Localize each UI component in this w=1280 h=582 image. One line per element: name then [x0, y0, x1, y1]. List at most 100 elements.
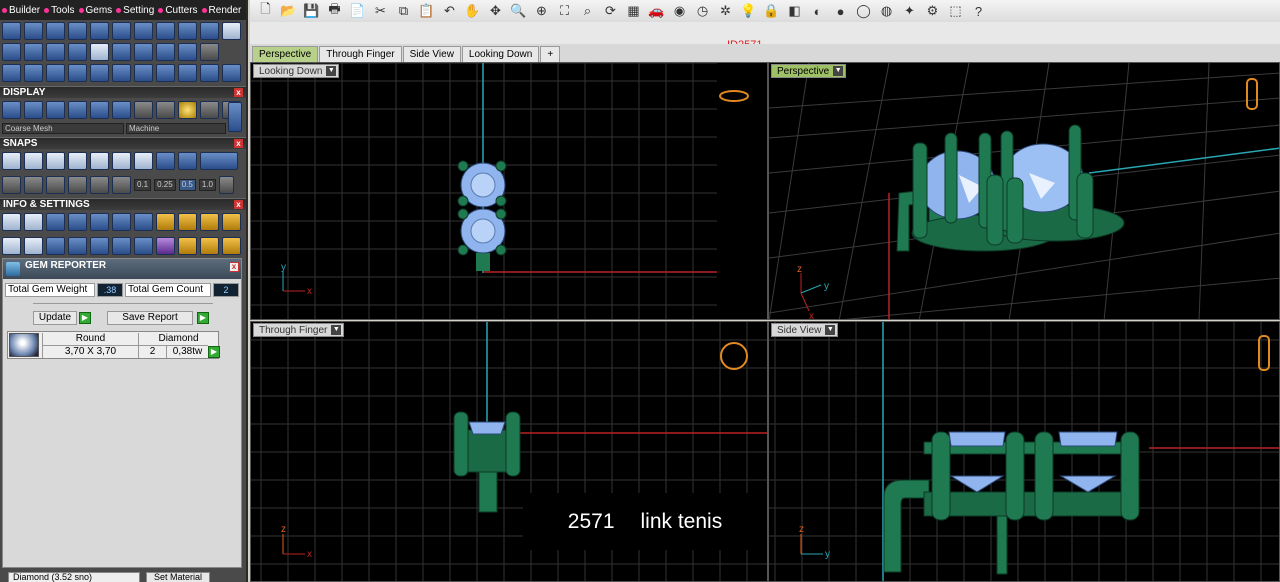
steel-sphere-icon[interactable]: [156, 101, 175, 119]
snap-mid-icon[interactable]: [90, 152, 109, 170]
panel-toggle-icon[interactable]: [222, 22, 241, 40]
snap-near-icon[interactable]: [24, 152, 43, 170]
settings-icon[interactable]: [2, 213, 21, 231]
flower-tool-icon[interactable]: [156, 43, 175, 61]
snap-toggle-icon[interactable]: [200, 152, 238, 170]
chrome-sphere-icon[interactable]: [200, 101, 219, 119]
array-tool-icon[interactable]: [68, 64, 87, 82]
open-icon[interactable]: 📂: [279, 3, 298, 20]
silver-sphere-icon[interactable]: [134, 101, 153, 119]
flag-tool-icon[interactable]: [134, 43, 153, 61]
search-icon[interactable]: [24, 213, 43, 231]
pave-tool-icon[interactable]: [112, 22, 131, 40]
rotate-view-icon[interactable]: ⟳: [601, 3, 620, 20]
snap-arrow-icon[interactable]: [112, 176, 131, 194]
snap-value-0[interactable]: 0.1: [134, 179, 152, 191]
sphere-icon[interactable]: ◯: [854, 3, 873, 20]
chain-tool-icon[interactable]: [2, 64, 21, 82]
tab-perspective[interactable]: Perspective: [252, 46, 319, 62]
plugin-icon[interactable]: [156, 237, 175, 255]
paste-icon[interactable]: 📋: [417, 3, 436, 20]
selection-icon[interactable]: ⬚: [946, 3, 965, 20]
ghosted-icon[interactable]: [90, 101, 109, 119]
shaded-icon[interactable]: [46, 101, 65, 119]
shade-icon[interactable]: ●: [831, 3, 850, 20]
pencil-icon[interactable]: [112, 213, 131, 231]
grid-tool-icon[interactable]: [178, 43, 197, 61]
arrow-tool-icon[interactable]: [112, 43, 131, 61]
material-combo[interactable]: Diamond (3.52 sno): [8, 572, 140, 582]
snap-icon[interactable]: ✲: [716, 3, 735, 20]
wand-icon[interactable]: ✦: [900, 3, 919, 20]
zoom-window-icon[interactable]: ⊕: [532, 3, 551, 20]
layers-icon[interactable]: ◧: [785, 3, 804, 20]
shank-tool-icon[interactable]: [2, 43, 21, 61]
gear-icon[interactable]: ⚙: [923, 3, 942, 20]
bail-tool-icon[interactable]: [178, 22, 197, 40]
sweep-tool-icon[interactable]: [90, 22, 109, 40]
bend-tool-icon[interactable]: [24, 64, 43, 82]
snap-point-icon[interactable]: [68, 152, 87, 170]
gold-sphere-icon[interactable]: [178, 101, 197, 119]
page-tool-icon[interactable]: [90, 43, 109, 61]
update-button[interactable]: Update: [33, 311, 77, 325]
viewport-label[interactable]: Looking Down ▼: [253, 64, 340, 78]
ring-tool-icon[interactable]: [222, 64, 241, 82]
database-icon[interactable]: [90, 213, 109, 231]
camera-settings-icon[interactable]: [222, 213, 241, 231]
set-material-button[interactable]: Set Material: [146, 572, 210, 582]
import-icon[interactable]: [200, 213, 219, 231]
monitor-icon[interactable]: [24, 237, 43, 255]
tab-through-finger[interactable]: Through Finger: [319, 46, 402, 62]
network-icon[interactable]: [112, 237, 131, 255]
plate-tool-icon[interactable]: [68, 43, 87, 61]
close-icon[interactable]: x: [234, 88, 243, 97]
snap-ortho-icon[interactable]: [156, 152, 175, 170]
chevron-down-icon[interactable]: ▼: [331, 325, 342, 335]
save-icon[interactable]: 💾: [302, 3, 321, 20]
cube-icon[interactable]: [68, 213, 87, 231]
snap-cross-icon[interactable]: [46, 152, 65, 170]
snap-grid-icon[interactable]: [2, 176, 21, 194]
update-arrow-icon[interactable]: ▶: [79, 312, 91, 324]
menu-tab-builder[interactable]: Builder: [2, 5, 40, 16]
save-arrow-icon[interactable]: ▶: [197, 312, 209, 324]
viewport-looking-down[interactable]: Looking Down ▼ y x: [250, 62, 768, 320]
snap-value-1[interactable]: 0.25: [154, 179, 176, 191]
copy-icon[interactable]: ⧉: [394, 3, 413, 20]
filter-icon[interactable]: [90, 237, 109, 255]
add-tab-button[interactable]: +: [540, 46, 561, 62]
snap-quad-icon[interactable]: [134, 152, 153, 170]
pan-icon[interactable]: ✋: [463, 3, 482, 20]
palette-icon[interactable]: [134, 213, 153, 231]
render-settings-icon[interactable]: [156, 213, 175, 231]
zoom-icon[interactable]: 🔍: [509, 3, 528, 20]
windows-icon[interactable]: [2, 237, 21, 255]
cog-tool-icon[interactable]: [200, 43, 219, 61]
stack-icon[interactable]: [68, 237, 87, 255]
snap-diamond-icon[interactable]: [90, 176, 109, 194]
grid-icon[interactable]: ▦: [624, 3, 643, 20]
zoom-extents-icon[interactable]: ⛶: [555, 3, 574, 20]
menu-tab-tools[interactable]: Tools: [44, 5, 75, 16]
menu-tab-setting[interactable]: Setting: [116, 5, 154, 16]
render-mode-combo[interactable]: Machine: [126, 123, 226, 134]
chevron-down-icon[interactable]: ▼: [326, 66, 337, 76]
move-tool-icon[interactable]: [90, 64, 109, 82]
close-icon[interactable]: x: [229, 262, 239, 272]
snap-box-icon[interactable]: [24, 176, 43, 194]
print-icon[interactable]: 🖶: [325, 1, 344, 20]
wireframe-icon[interactable]: [2, 101, 21, 119]
cut-icon[interactable]: ✂: [371, 3, 390, 20]
snap-line-icon[interactable]: [46, 176, 65, 194]
close-icon[interactable]: x: [234, 139, 243, 148]
mirror-tool-icon[interactable]: [178, 64, 197, 82]
loft-tool-icon[interactable]: [68, 22, 87, 40]
script-icon[interactable]: [178, 237, 197, 255]
color-icon[interactable]: ◐: [808, 3, 827, 20]
mesh-combo[interactable]: Coarse Mesh: [2, 123, 124, 134]
measure-tool-icon[interactable]: [200, 64, 219, 82]
snap-center-icon[interactable]: [112, 152, 131, 170]
chevron-down-icon[interactable]: ▼: [833, 66, 844, 76]
tab-looking-down[interactable]: Looking Down: [461, 46, 540, 62]
